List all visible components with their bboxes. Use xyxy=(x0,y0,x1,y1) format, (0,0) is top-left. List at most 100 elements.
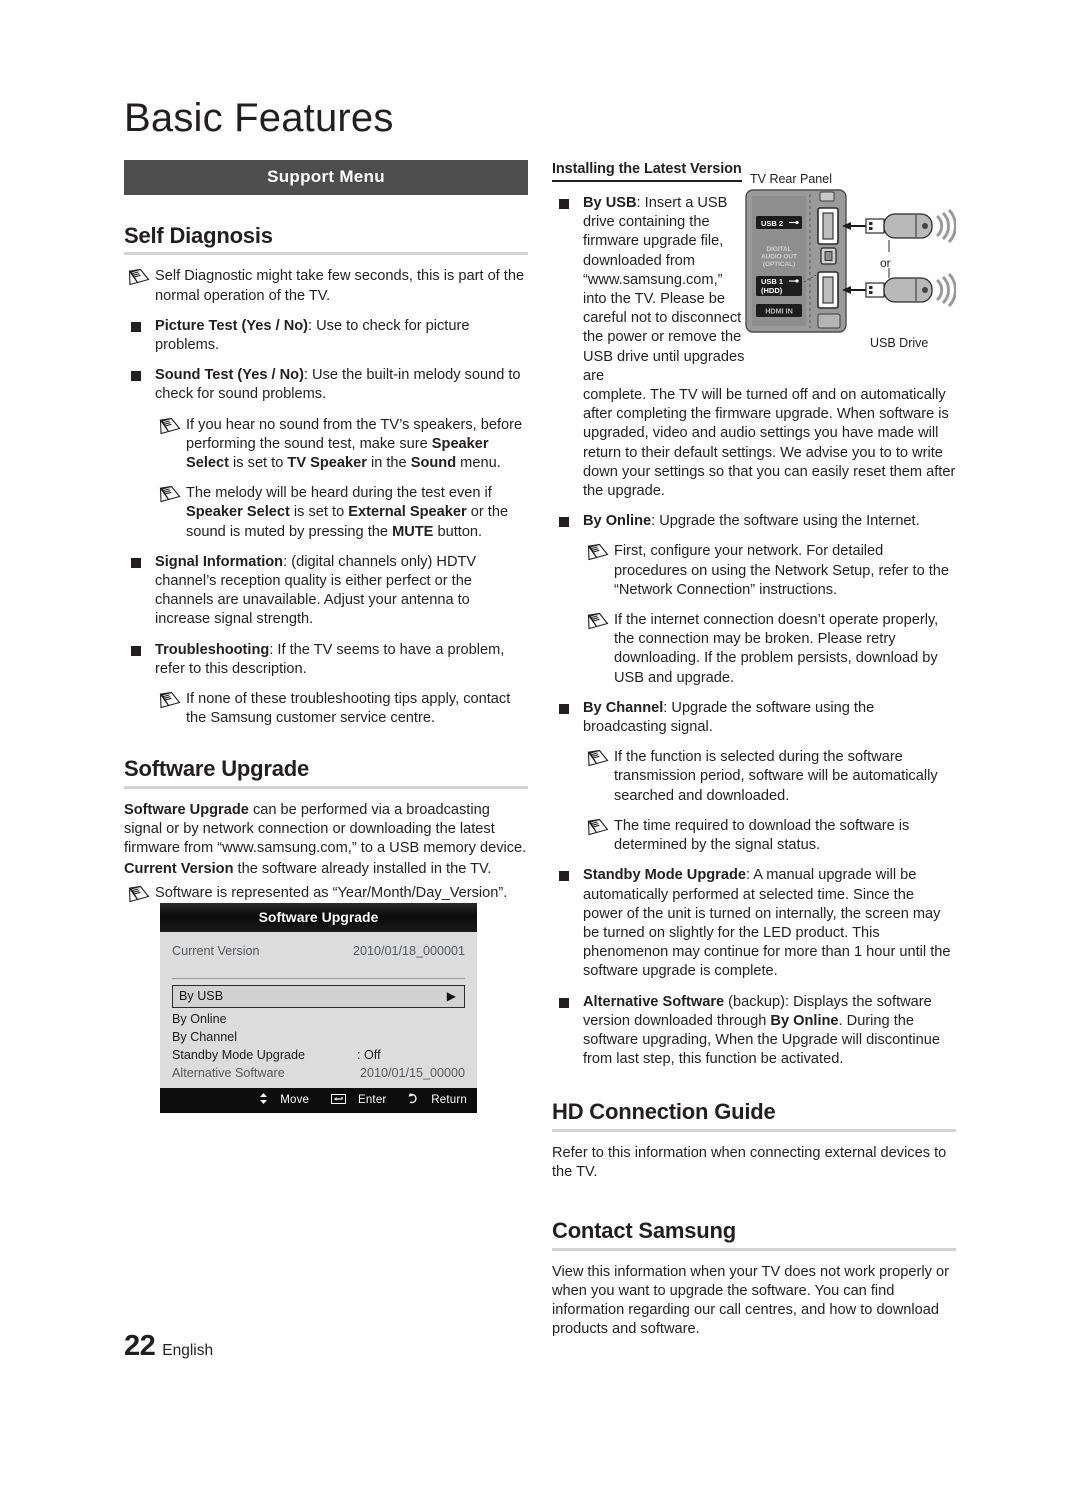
term: By Channel xyxy=(583,699,664,716)
term: Alternative Software xyxy=(583,993,725,1010)
item-text-narrow: Insert a USB drive containing the firmwa… xyxy=(583,195,745,384)
pencil-note-icon xyxy=(127,268,151,286)
note-text-c: is set to xyxy=(229,455,288,472)
heading-rule xyxy=(124,252,528,256)
osd-value: 2010/01/15_00000 xyxy=(359,1066,465,1080)
osd-hint-move: Move xyxy=(250,1093,313,1107)
osd-software-upgrade-menu: Software Upgrade Current Version 2010/01… xyxy=(160,903,477,1113)
osd-row-standby-mode-upgrade[interactable]: Standby Mode Upgrade : Off xyxy=(172,1046,465,1064)
item-troubleshooting: Troubleshooting: If the TV seems to have… xyxy=(124,641,528,679)
osd-label: Standby Mode Upgrade xyxy=(172,1048,306,1062)
item-sound-test: Sound Test (Yes / No): Use the built-in … xyxy=(124,366,528,404)
pencil-note-icon xyxy=(158,485,182,503)
item-by-usb: By USB: Insert a USB drive containing th… xyxy=(552,194,748,386)
heading-software-upgrade: Software Upgrade xyxy=(124,756,310,782)
item-signal-information: Signal Information: (digital channels on… xyxy=(124,553,528,630)
support-menu-band: Support Menu xyxy=(124,160,528,195)
term: Sound Test (Yes / No) xyxy=(155,367,304,384)
osd-row-alternative-software: Alternative Software 2010/01/15_00000 xyxy=(172,1064,465,1082)
note-bold-3: MUTE xyxy=(392,523,434,540)
square-bullet-icon xyxy=(131,557,141,568)
svg-text:HDMI IN: HDMI IN xyxy=(765,307,793,316)
note-download-time: The time required to download the softwa… xyxy=(583,817,956,855)
osd-value: : Off xyxy=(357,1048,381,1062)
note-text: The time required to download the softwa… xyxy=(614,817,910,854)
osd-value: 2010/01/18_000001 xyxy=(352,944,465,958)
osd-divider xyxy=(172,978,465,979)
pencil-note-icon xyxy=(586,612,610,630)
term: Troubleshooting xyxy=(155,641,270,658)
diagram-caption-usb-drive: USB Drive xyxy=(870,336,929,350)
left-column: Support Menu Self Diagnosis Self Diagnos… xyxy=(124,160,528,914)
svg-text:AUDIO OUT: AUDIO OUT xyxy=(761,254,797,261)
note-version-format: Software is represented as “Year/Month/D… xyxy=(124,884,528,903)
page-footer: 22 English xyxy=(124,1330,213,1363)
up-down-arrows-icon xyxy=(259,1093,268,1107)
para-contact-samsung: View this information when your TV does … xyxy=(552,1263,949,1338)
osd-hint-enter: Enter xyxy=(322,1094,390,1106)
note-troubleshooting: If none of these troubleshooting tips ap… xyxy=(155,690,528,728)
diagram-caption-tv-rear-panel: TV Rear Panel xyxy=(750,172,832,186)
heading-hd-connection-guide: HD Connection Guide xyxy=(552,1099,776,1125)
pencil-note-icon xyxy=(127,885,151,903)
note-text: First, configure your network. For detai… xyxy=(614,543,950,598)
page-title: Basic Features xyxy=(124,96,394,140)
pencil-note-icon xyxy=(586,749,610,767)
square-bullet-icon xyxy=(559,199,569,209)
osd-label: By USB xyxy=(179,989,224,1003)
osd-hint-return-label: Return xyxy=(431,1094,467,1106)
square-bullet-icon xyxy=(559,871,569,882)
note-text: Software is represented as “Year/Month/D… xyxy=(155,884,508,901)
note-text: Self Diagnostic might take few seconds, … xyxy=(155,268,525,304)
osd-label: Alternative Software xyxy=(172,1066,285,1080)
heading-rule xyxy=(552,1128,956,1132)
osd-row-by-usb[interactable]: By USB ▶ xyxy=(172,985,465,1008)
item-picture-test: Picture Test (Yes / No): Use to check fo… xyxy=(124,317,528,355)
subheading-installing-latest-version: Installing the Latest Version xyxy=(552,161,742,182)
heading-contact-samsung: Contact Samsung xyxy=(552,1218,737,1244)
square-bullet-icon xyxy=(131,321,141,332)
pencil-note-icon xyxy=(158,417,182,435)
para-hd-guide: Refer to this information when connectin… xyxy=(552,1144,947,1180)
term: Picture Test (Yes / No) xyxy=(155,317,309,334)
heading-rule xyxy=(124,785,528,789)
osd-title: Software Upgrade xyxy=(160,903,477,932)
item-standby-mode-upgrade: Standby Mode Upgrade: A manual upgrade w… xyxy=(552,866,956,981)
osd-row-by-online[interactable]: By Online xyxy=(172,1010,465,1028)
term: By Online xyxy=(583,513,652,530)
note-transmission-period: If the function is selected during the s… xyxy=(583,748,956,806)
note-self-diagnostic: Self Diagnostic might take few seconds, … xyxy=(124,267,528,305)
heading-self-diagnosis: Self Diagnosis xyxy=(124,223,273,248)
note-configure-network: First, configure your network. For detai… xyxy=(583,542,956,600)
note-text-d: in the xyxy=(366,455,411,472)
tv-rear-panel-diagram: TV Rear Panel USB Drive or USB 2 DIGITAL… xyxy=(744,172,956,358)
svg-text:USB 2: USB 2 xyxy=(761,219,783,228)
para-bold: Current Version xyxy=(124,861,234,878)
pencil-note-icon xyxy=(158,691,182,709)
osd-label: By Online xyxy=(172,1012,227,1026)
note-text: If none of these troubleshooting tips ap… xyxy=(186,691,511,727)
osd-hint-move-label: Move xyxy=(280,1094,310,1106)
para-current-version: Current Version the software already ins… xyxy=(124,860,528,879)
svg-text:(OPTICAL): (OPTICAL) xyxy=(763,261,795,268)
note-text-e: menu. xyxy=(456,455,501,472)
page-language: English xyxy=(162,1342,214,1359)
note-bold-1: Speaker Select xyxy=(186,504,290,521)
svg-text:DIGITAL: DIGITAL xyxy=(766,246,791,253)
manual-page: Basic Features Support Menu Self Diagnos… xyxy=(0,0,1080,1494)
square-bullet-icon xyxy=(131,371,141,382)
note-internet-connection: If the internet connection doesn’t opera… xyxy=(583,611,956,688)
item-alternative-software: Alternative Software (backup): Displays … xyxy=(552,993,956,1070)
note-bold-2: External Speaker xyxy=(348,504,467,521)
para-bold: Software Upgrade xyxy=(124,801,249,818)
osd-row-by-channel[interactable]: By Channel xyxy=(172,1028,465,1046)
note-text: If the function is selected during the s… xyxy=(614,749,938,804)
heading-rule xyxy=(552,1247,956,1251)
item-by-online: By Online: Upgrade the software using th… xyxy=(552,512,956,531)
note-text-e: button. xyxy=(433,523,483,540)
para-by-usb-continued: complete. The TV will be turned off and … xyxy=(583,387,956,500)
square-bullet-icon xyxy=(559,997,569,1008)
pencil-note-icon xyxy=(586,818,610,836)
osd-body: Current Version 2010/01/18_000001 By USB… xyxy=(160,932,477,1088)
svg-text:USB 1: USB 1 xyxy=(761,277,783,286)
